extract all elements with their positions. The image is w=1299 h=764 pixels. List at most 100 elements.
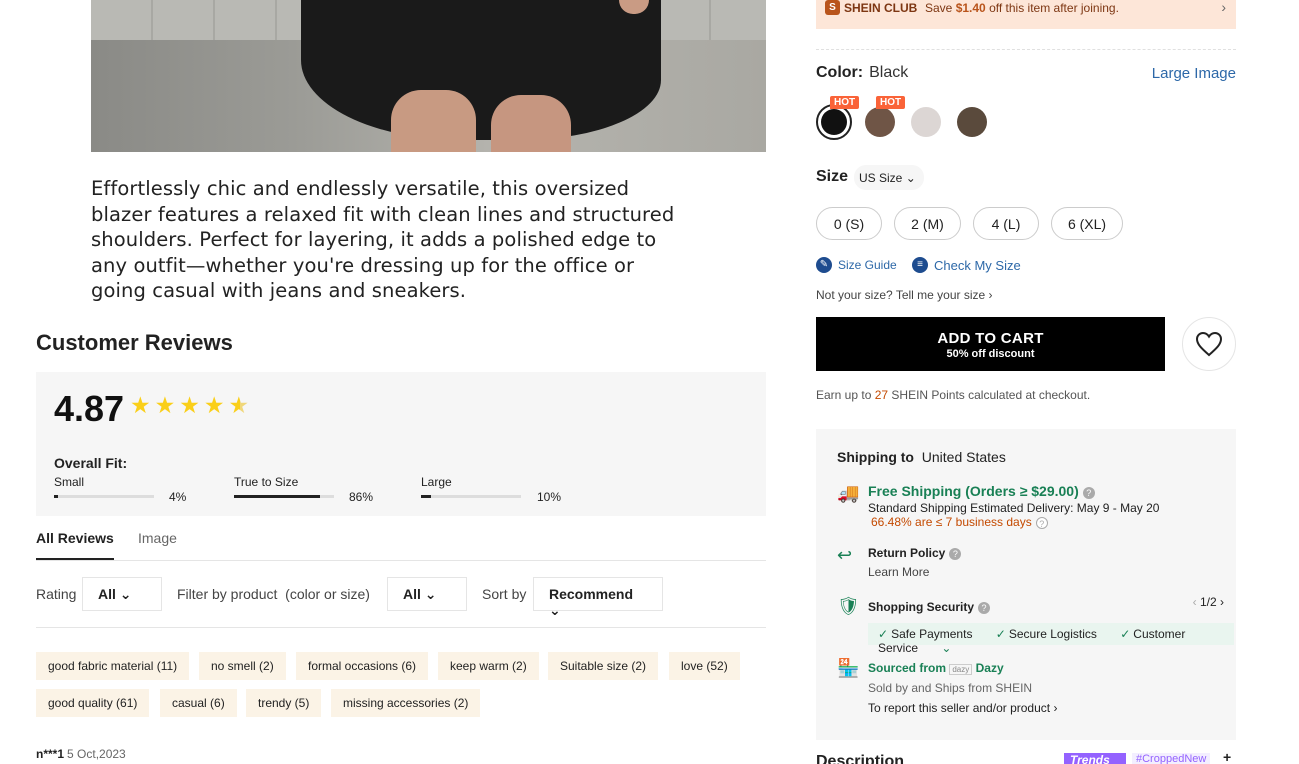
color-swatch-black[interactable] — [816, 104, 852, 140]
help-icon: ? — [1035, 516, 1048, 529]
hot-badge: HOT — [830, 96, 860, 109]
large-image-link[interactable]: Large Image — [1152, 65, 1236, 82]
club-s-icon: S — [825, 0, 840, 15]
points-info: Earn up to 27 SHEIN Points calculated at… — [816, 388, 1091, 402]
fit-true-label: True to Size — [234, 475, 299, 489]
review-tag[interactable]: good quality (61) — [36, 689, 150, 717]
half-star-icon: ★ — [228, 392, 250, 418]
divider — [816, 49, 1236, 50]
color-swatch-dark-brown[interactable] — [954, 104, 990, 140]
color-swatch-brown[interactable] — [862, 104, 898, 140]
check-my-size-link[interactable]: ≡ Check My Size — [912, 257, 1021, 273]
hot-badge: HOT — [876, 96, 906, 109]
size-system-select[interactable]: US Size ⌄ — [854, 165, 924, 190]
shipping-to: Shipping to United States — [837, 449, 1006, 465]
chevron-down-icon: ⌄ — [115, 586, 132, 602]
description-header: Description Trends #CroppedNew + — [816, 749, 1236, 764]
chevron-down-icon: ⌄ — [905, 171, 916, 185]
size-label: Size — [816, 168, 849, 185]
divider — [36, 627, 766, 628]
heart-icon — [1195, 331, 1223, 357]
sort-label: Sort by — [482, 586, 527, 602]
star-icon: ★ — [203, 392, 225, 418]
club-offer-text: Save $1.40 off this item after joining. — [925, 1, 1119, 15]
sourced-from[interactable]: Sourced from dazy Dazy — [868, 661, 1004, 675]
check-icon: ✓ — [878, 627, 889, 641]
fit-small-percent: 4% — [169, 490, 187, 504]
security-items: ✓ Safe Payments ✓ Secure Logistics ✓ Custom… — [868, 623, 1234, 655]
review-tag[interactable]: love (52) — [669, 652, 740, 680]
color-label: Color: — [816, 64, 864, 81]
review-filters: Rating All ⌄ Filter by product (color or… — [36, 577, 766, 618]
chevron-right-icon: › — [1221, 0, 1226, 15]
product-description: Effortlessly chic and endlessly versatil… — [91, 177, 675, 303]
review-tag[interactable]: casual (6) — [160, 689, 237, 717]
sold-by: Sold by and Ships from SHEIN — [868, 681, 1033, 695]
rating-summary: 4.87 ★ ★ ★ ★ ★ Overall Fit: Small 4% Tru… — [36, 372, 766, 516]
review-tag[interactable]: missing accessories (2) — [331, 689, 481, 717]
size-guide-link[interactable]: ✎ Size Guide — [816, 257, 897, 273]
help-icon: ? — [949, 547, 962, 560]
rating-score: 4.87 — [54, 388, 125, 429]
check-icon: ✓ — [1120, 627, 1131, 641]
tab-all-reviews[interactable]: All Reviews — [36, 530, 114, 560]
sort-select[interactable]: Recommend ⌄ — [533, 577, 663, 618]
product-image — [91, 0, 766, 152]
review-header: n***1 5 Oct,2023 — [36, 747, 126, 761]
size-option-4[interactable]: 4 (L) — [973, 207, 1039, 240]
club-name: SHEIN CLUB — [844, 1, 918, 15]
not-your-size-link[interactable]: Not your size? Tell me your size › — [816, 288, 993, 302]
review-tag[interactable]: good fabric material (11) — [36, 652, 190, 680]
size-option-6[interactable]: 6 (XL) — [1051, 207, 1123, 240]
review-tag[interactable]: no smell (2) — [199, 652, 286, 680]
shipping-country: United States — [921, 449, 1006, 465]
star-icon: ★ — [179, 392, 200, 418]
shield-icon: 🛡 — [837, 596, 860, 616]
expand-icon[interactable]: + — [1223, 749, 1231, 764]
shipping-box: Shipping to United States 🚚 Free Shippin… — [816, 429, 1236, 740]
return-policy[interactable]: Return Policy? — [868, 546, 962, 560]
review-tag[interactable]: keep warm (2) — [438, 652, 539, 680]
brand-logo: dazy — [949, 664, 973, 675]
size-option-2[interactable]: 2 (M) — [894, 207, 961, 240]
wishlist-button[interactable] — [1182, 317, 1236, 371]
trend-tag[interactable]: #CroppedNew — [1132, 753, 1211, 764]
product-filter-label: Filter by product (color or size) — [177, 586, 370, 602]
trends-badge: Trends — [1064, 753, 1126, 764]
ruler-icon: ✎ — [816, 257, 832, 273]
fit-true-percent: 86% — [349, 490, 374, 504]
review-tag[interactable]: Suitable size (2) — [548, 652, 659, 680]
free-shipping: Free Shipping (Orders ≥ $29.00)? — [868, 483, 1095, 499]
security-pager[interactable]: ‹ 1/2 › — [1193, 595, 1224, 609]
product-filter-select[interactable]: All ⌄ — [387, 577, 467, 611]
star-rating: ★ ★ ★ ★ ★ — [130, 394, 249, 417]
overall-fit-label: Overall Fit: — [54, 455, 128, 471]
discount-label: 50% off discount — [946, 348, 1035, 360]
color-swatch-light-gray[interactable] — [908, 104, 944, 140]
chevron-down-icon: ⌄ — [549, 602, 561, 618]
fit-true-bar — [234, 495, 334, 498]
shein-club-banner[interactable]: S SHEIN CLUB Save $1.40 off this item af… — [816, 0, 1236, 29]
return-icon: ↩ — [837, 545, 853, 565]
review-username: n***1 — [36, 747, 65, 761]
rating-filter-label: Rating — [36, 586, 77, 602]
reviews-title: Customer Reviews — [36, 330, 233, 355]
add-to-cart-button[interactable]: ADD TO CART 50% off discount — [816, 317, 1165, 371]
review-tag[interactable]: formal occasions (6) — [296, 652, 429, 680]
fit-large-percent: 10% — [537, 490, 562, 504]
rating-filter-select[interactable]: All ⌄ — [82, 577, 162, 611]
fit-large-label: Large — [421, 475, 452, 489]
color-row: Color: Black Large Image — [816, 64, 1236, 82]
tape-icon: ≡ — [912, 257, 928, 273]
color-value: Black — [869, 64, 909, 81]
learn-more-link[interactable]: Learn More — [868, 565, 929, 579]
help-icon: ? — [978, 601, 991, 614]
report-link[interactable]: To report this seller and/or product › — [868, 701, 1057, 715]
standard-shipping: Standard Shipping Estimated Delivery: Ma… — [868, 501, 1160, 515]
chevron-down-icon: ⌄ — [420, 586, 437, 602]
store-icon: 🏪 — [837, 658, 860, 678]
size-option-0[interactable]: 0 (S) — [816, 207, 882, 240]
review-tabs: All Reviews Image — [36, 530, 766, 561]
tab-image[interactable]: Image — [138, 530, 177, 558]
review-tag[interactable]: trendy (5) — [246, 689, 322, 717]
